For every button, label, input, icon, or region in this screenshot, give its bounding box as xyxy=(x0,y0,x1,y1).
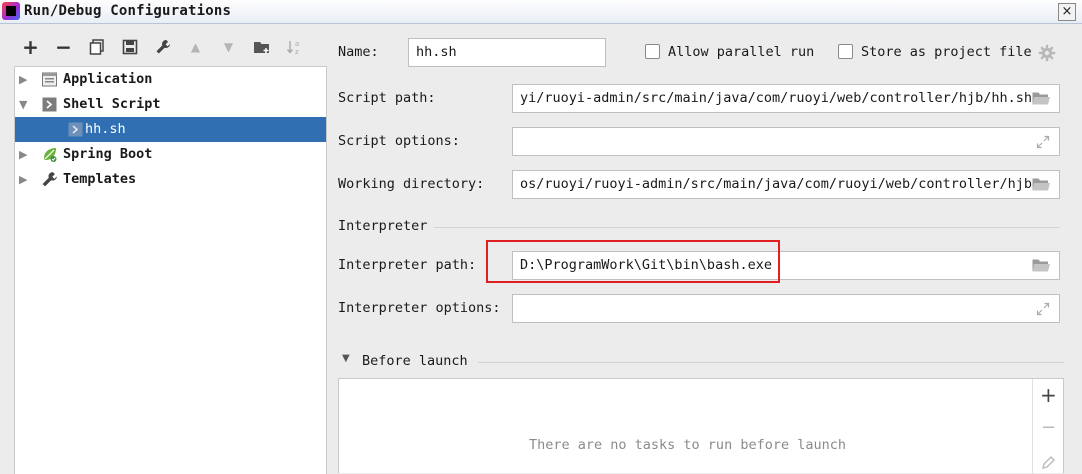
script-path-label: Script path: xyxy=(338,90,436,106)
sort-button[interactable]: az xyxy=(278,34,311,60)
tree-item-label: Shell Script xyxy=(63,96,161,112)
svg-text:z: z xyxy=(295,48,299,55)
working-directory-label: Working directory: xyxy=(338,176,485,192)
spring-boot-icon xyxy=(44,148,57,162)
working-directory-field[interactable]: os/ruoyi/ruoyi-admin/src/main/java/com/r… xyxy=(512,170,1060,199)
tree-item-hh-sh[interactable]: hh.sh xyxy=(15,117,326,142)
store-project-label: Store as project file xyxy=(861,44,1032,60)
edit-task-pencil-icon[interactable] xyxy=(1041,455,1056,470)
plus-icon: + xyxy=(22,35,39,59)
allow-parallel-label: Allow parallel run xyxy=(668,44,815,60)
script-options-field[interactable] xyxy=(512,127,1060,156)
triangle-down-icon: ▼ xyxy=(223,40,234,54)
tree-item-label: Templates xyxy=(63,171,137,187)
before-launch-toolbar: + − xyxy=(1032,379,1063,474)
before-launch-empty-text: There are no tasks to run before launch xyxy=(529,437,846,453)
shell-script-icon xyxy=(68,122,83,137)
minus-icon: − xyxy=(55,35,72,59)
folder-open-icon[interactable] xyxy=(1032,92,1051,105)
configurations-toolbar: + − ▲ ▼ az xyxy=(14,32,311,62)
title-bar: Run/Debug Configurations × xyxy=(0,0,1082,24)
interpreter-section-title: Interpreter xyxy=(338,218,428,234)
script-path-value: yi/ruoyi-admin/src/main/java/com/ruoyi/w… xyxy=(520,90,1033,106)
copy-icon xyxy=(89,39,104,55)
add-button[interactable]: + xyxy=(14,34,47,60)
tree-item-label: Application xyxy=(63,71,153,87)
wrench-icon xyxy=(42,172,57,187)
interpreter-divider xyxy=(434,227,1060,228)
before-launch-panel: There are no tasks to run before launch … xyxy=(338,378,1064,474)
move-up-button[interactable]: ▲ xyxy=(179,34,212,60)
name-label: Name: xyxy=(338,44,379,60)
allow-parallel-checkbox[interactable] xyxy=(645,44,660,59)
copy-button[interactable] xyxy=(80,34,113,60)
tree-item-label: hh.sh xyxy=(85,121,126,137)
highlight-box xyxy=(486,240,780,283)
window-title: Run/Debug Configurations xyxy=(24,3,232,19)
close-button[interactable]: × xyxy=(1058,3,1076,21)
save-button[interactable] xyxy=(113,34,146,60)
application-icon xyxy=(42,72,57,87)
tree-item-templates[interactable]: ▶ Templates xyxy=(15,167,326,192)
expand-arrow-icon[interactable]: ▶ xyxy=(19,167,27,192)
folder-add-icon xyxy=(253,42,269,53)
tree-item-spring-boot[interactable]: ▶ Spring Boot xyxy=(15,142,326,167)
new-folder-button[interactable] xyxy=(245,34,278,60)
svg-text:a: a xyxy=(295,40,299,48)
interpreter-path-label: Interpreter path: xyxy=(338,257,477,273)
triangle-up-icon: ▲ xyxy=(190,40,201,54)
working-directory-value: os/ruoyi/ruoyi-admin/src/main/java/com/r… xyxy=(520,176,1033,192)
tree-item-label: Spring Boot xyxy=(63,146,153,162)
store-project-checkbox[interactable] xyxy=(838,44,853,59)
before-launch-divider xyxy=(478,362,1064,363)
collapse-arrow-icon[interactable]: ▼ xyxy=(342,353,350,364)
before-launch-title: Before launch xyxy=(362,353,468,369)
collapse-arrow-icon[interactable]: ▼ xyxy=(19,92,27,117)
script-options-label: Script options: xyxy=(338,133,460,149)
remove-button[interactable]: − xyxy=(47,34,80,60)
expand-field-icon[interactable] xyxy=(1036,135,1050,149)
intellij-app-icon xyxy=(2,2,20,20)
folder-open-icon[interactable] xyxy=(1032,178,1051,191)
add-task-button[interactable]: + xyxy=(1040,383,1057,407)
expand-arrow-icon[interactable]: ▶ xyxy=(19,67,27,92)
script-path-field[interactable]: yi/ruoyi-admin/src/main/java/com/ruoyi/w… xyxy=(512,84,1060,113)
name-field[interactable]: hh.sh xyxy=(408,38,606,67)
tree-item-application[interactable]: ▶ Application xyxy=(15,67,326,92)
expand-arrow-icon[interactable]: ▶ xyxy=(19,142,27,167)
expand-field-icon[interactable] xyxy=(1036,302,1050,316)
tree-item-shell-script[interactable]: ▼ Shell Script xyxy=(15,92,326,117)
configurations-tree: ▶ Application ▼ Shell Script hh.sh ▶ Spr… xyxy=(14,66,327,474)
remove-task-button[interactable]: − xyxy=(1041,417,1056,438)
wrench-icon xyxy=(156,40,170,54)
edit-defaults-button[interactable] xyxy=(146,34,179,60)
move-down-button[interactable]: ▼ xyxy=(212,34,245,60)
interpreter-options-label: Interpreter options: xyxy=(338,300,501,316)
folder-open-icon[interactable] xyxy=(1032,259,1051,272)
shell-script-icon xyxy=(42,97,57,112)
gear-icon[interactable] xyxy=(1038,44,1056,62)
save-icon xyxy=(122,39,137,55)
sort-az-icon: az xyxy=(286,40,299,55)
interpreter-options-field[interactable] xyxy=(512,294,1060,323)
